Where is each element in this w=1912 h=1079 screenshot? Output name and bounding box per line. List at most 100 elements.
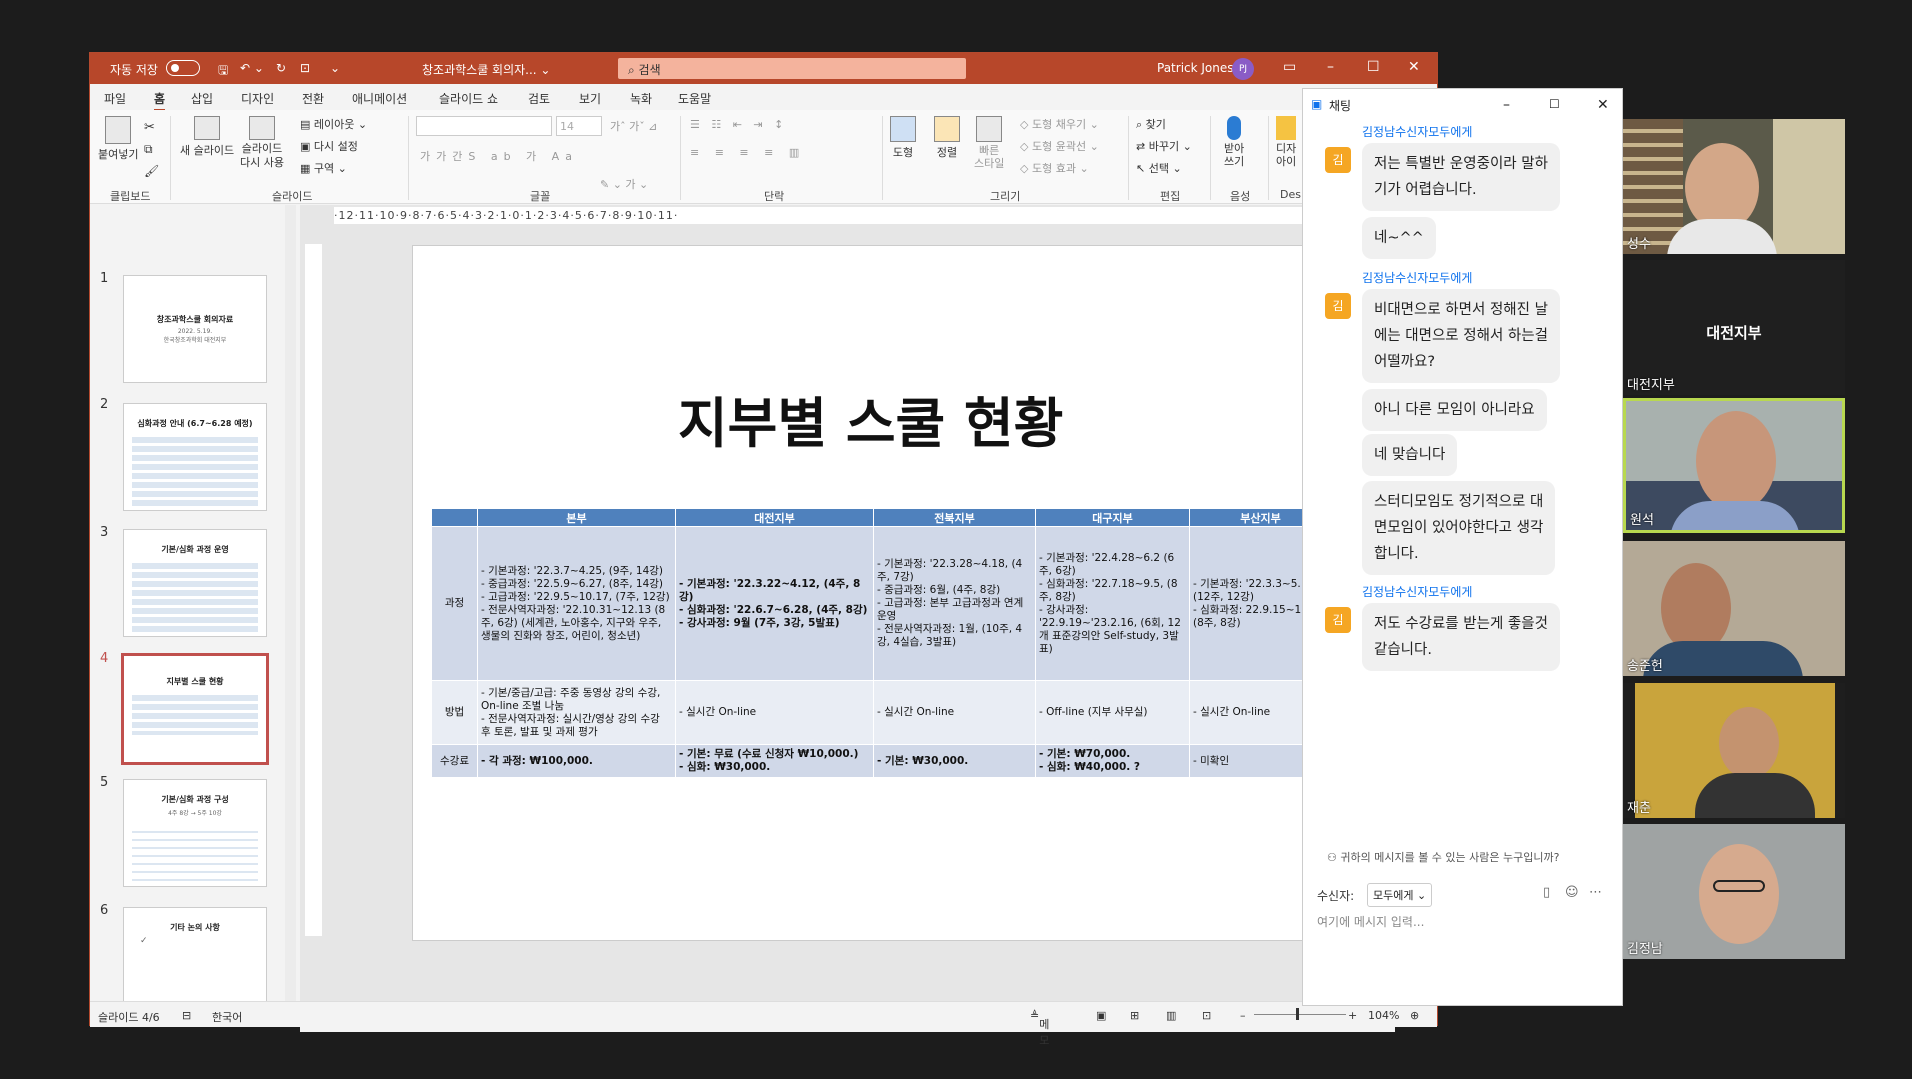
font-size-select[interactable]: 14 <box>556 116 602 136</box>
thumbnail-scrollbar[interactable] <box>285 205 296 1001</box>
redo-icon[interactable]: ↻ <box>276 61 286 75</box>
video-tile-active-speaker[interactable]: 원석 <box>1623 398 1845 533</box>
zoom-out-icon[interactable]: – <box>1240 1009 1246 1022</box>
video-tile[interactable]: 성수 <box>1623 119 1845 254</box>
new-slide-button[interactable]: 새 슬라이드 <box>180 116 234 158</box>
font-name-select[interactable] <box>416 116 552 136</box>
chat-message[interactable]: 네 맞습니다 <box>1362 434 1458 476</box>
video-tile[interactable]: 송준헌 <box>1623 541 1845 676</box>
slide-thumb-5[interactable]: 기본/심화 과정 구성 4주 8강 → 5주 10강 <box>123 779 267 887</box>
reset-button[interactable]: ▣ 다시 설정 <box>300 138 358 154</box>
copy-icon[interactable]: ⧉ <box>144 142 153 157</box>
zoom-level[interactable]: 104% <box>1368 1009 1399 1022</box>
chat-message[interactable]: 저는 특별반 운영중이라 말하 기가 어렵습니다. <box>1362 143 1560 211</box>
tab-transition[interactable]: 전환 <box>302 90 324 107</box>
select-button[interactable]: ↖ 선택 ⌄ <box>1136 160 1182 176</box>
tab-insert[interactable]: 삽입 <box>191 90 213 107</box>
align-icons[interactable]: ≡ ≡ ≡ ≡ ▥ <box>690 146 805 159</box>
arrange-button[interactable]: 정렬 <box>934 116 960 160</box>
more-icon[interactable]: ⋯ <box>1589 885 1602 900</box>
language-label[interactable]: 한국어 <box>212 1009 242 1025</box>
layout-button[interactable]: ▤ 레이아웃 ⌄ <box>300 116 367 132</box>
shape-fill-button[interactable]: ◇ 도형 채우기 ⌄ <box>1020 116 1099 132</box>
zoom-in-icon[interactable]: + <box>1348 1009 1357 1022</box>
slide-thumb-1[interactable]: 창조과학스쿨 회의자료 2022. 5.19. 한국창조과학회 대전지부 <box>123 275 267 383</box>
find-button[interactable]: ⌕ 찾기 <box>1136 116 1166 132</box>
maximize-icon[interactable]: ☐ <box>1367 59 1380 75</box>
slideshow-icon[interactable]: ⊡ <box>1202 1009 1211 1022</box>
notes-toggle[interactable]: ≜ 메모 <box>1030 1009 1049 1047</box>
chat-message[interactable]: 비대면으로 하면서 정해진 날 에는 대면으로 정해서 하는걸 어떨까요? <box>1362 289 1560 383</box>
sender-name[interactable]: 김정남 <box>1362 271 1395 285</box>
emoji-icon[interactable]: ☺ <box>1565 885 1579 900</box>
video-tile[interactable]: 대전지부 대전지부 <box>1623 260 1845 395</box>
sorter-view-icon[interactable]: ⊞ <box>1130 1009 1139 1022</box>
tab-help[interactable]: 도움말 <box>678 90 711 107</box>
tab-view[interactable]: 보기 <box>579 90 601 107</box>
tab-file[interactable]: 파일 <box>104 90 126 107</box>
replace-button[interactable]: ⇄ 바꾸기 ⌄ <box>1136 138 1192 154</box>
user-name[interactable]: Patrick Jones <box>1157 61 1234 75</box>
reuse-slides-button[interactable]: 슬라이드 다시 사용 <box>240 116 284 170</box>
normal-view-icon[interactable]: ▣ <box>1096 1009 1106 1022</box>
user-avatar[interactable]: PJ <box>1232 58 1254 80</box>
document-title[interactable]: 창조과학스쿨 회의자... ⌄ <box>422 61 551 78</box>
sender-name[interactable]: 김정남 <box>1362 585 1395 599</box>
tab-animation[interactable]: 애니메이션 <box>352 90 407 107</box>
search-box[interactable]: ⌕ 검색 <box>618 58 966 79</box>
slide-thumb-6[interactable]: 기타 논의 사항 ✓ <box>123 907 267 1015</box>
designer-button[interactable]: 디자 아이 <box>1276 116 1296 168</box>
font-format-icons[interactable]: 가가간S ab 가 Aa <box>420 148 578 164</box>
tab-review[interactable]: 검토 <box>528 90 550 107</box>
tab-home[interactable]: 홈 <box>154 90 166 112</box>
tab-record[interactable]: 녹화 <box>630 90 652 107</box>
shape-effect-button[interactable]: ◇ 도형 효과 ⌄ <box>1020 160 1089 176</box>
file-icon[interactable]: ▯ <box>1543 885 1550 900</box>
ribbon-display-icon[interactable]: ▭ <box>1283 59 1296 75</box>
font-grow-icon[interactable]: 가ˆ 가ˇ ⊿ <box>610 118 657 134</box>
format-painter-icon[interactable]: 🖌 <box>144 164 159 178</box>
font-color-icon[interactable]: ✎ ⌄ 가 ⌄ <box>600 176 648 192</box>
slide-thumb-2[interactable]: 심화과정 안내 (6.7~6.28 예정) <box>123 403 267 511</box>
sender-name[interactable]: 김정남 <box>1362 125 1395 139</box>
customize-icon[interactable]: ⌄ <box>330 61 340 75</box>
tab-design[interactable]: 디자인 <box>241 90 274 107</box>
list-icons[interactable]: ☰ ☷ ⇤ ⇥ ↕ <box>690 118 787 131</box>
fit-slide-icon[interactable]: ⊕ <box>1410 1009 1419 1022</box>
present-icon[interactable]: ⊡ <box>300 61 310 75</box>
minimize-icon[interactable]: – <box>1327 59 1334 75</box>
dictate-button[interactable]: 받아 쓰기 <box>1224 116 1244 168</box>
shape-button[interactable]: 도형 <box>890 116 916 160</box>
slide-thumb-4[interactable]: 지부별 스쿨 현황 <box>121 653 269 765</box>
zoom-thumb[interactable] <box>1296 1008 1299 1020</box>
autosave-toggle[interactable] <box>160 60 200 76</box>
recipient-dropdown[interactable]: 모두에게 ⌄ <box>1367 883 1433 907</box>
save-icon[interactable]: 🖫 <box>218 61 228 82</box>
undo-icon[interactable]: ↶ ⌄ <box>240 61 264 75</box>
privacy-link[interactable]: ⚇ 귀하의 메시지를 볼 수 있는 사람은 누구입니까? <box>1327 849 1559 865</box>
zoom-slider[interactable] <box>1254 1014 1346 1015</box>
minimize-icon[interactable]: – <box>1503 97 1510 113</box>
reading-view-icon[interactable]: ▥ <box>1166 1009 1176 1022</box>
maximize-icon[interactable]: ☐ <box>1549 97 1560 111</box>
video-tile[interactable]: 재춘 <box>1623 683 1845 818</box>
slide-thumb-3[interactable]: 기본/심화 과정 운영 <box>123 529 267 637</box>
close-icon[interactable]: ✕ <box>1408 59 1420 75</box>
slide-title[interactable]: 지부별 스쿨 현황 <box>678 379 1063 458</box>
chat-message[interactable]: 아니 다른 모임이 아니라요 <box>1362 389 1547 431</box>
chat-message[interactable]: 네~^^ <box>1362 217 1436 259</box>
chat-message[interactable]: 저도 수강료를 받는게 좋을것 같습니다. <box>1362 603 1560 671</box>
branch-school-table[interactable]: 본부 대전지부 전북지부 대구지부 부산지부 과정 - 기본과정: '22.3.… <box>431 508 1305 778</box>
shape-outline-button[interactable]: ◇ 도형 윤곽선 ⌄ <box>1020 138 1099 154</box>
close-icon[interactable]: ✕ <box>1597 97 1609 113</box>
paste-button[interactable]: 붙여넣기 <box>98 116 138 162</box>
chat-message[interactable]: 스터디모임도 정기적으로 대 면모임이 있어야한다고 생각 합니다. <box>1362 481 1556 575</box>
message-input[interactable]: 여기에 메시지 입력... <box>1317 913 1607 930</box>
slide-4[interactable]: 지부별 스쿨 현황 본부 대전지부 전북지부 대구지부 부산지부 과정 - 기본… <box>412 245 1306 941</box>
cut-icon[interactable]: ✂ <box>144 120 155 135</box>
tab-slideshow[interactable]: 슬라이드 쇼 <box>439 90 498 107</box>
quick-style-button[interactable]: 빠른 스타일 <box>974 116 1004 170</box>
video-tile[interactable]: 김정남 <box>1623 824 1845 959</box>
section-button[interactable]: ▦ 구역 ⌄ <box>300 160 347 176</box>
accessibility-icon[interactable]: ⊟ <box>182 1009 191 1022</box>
